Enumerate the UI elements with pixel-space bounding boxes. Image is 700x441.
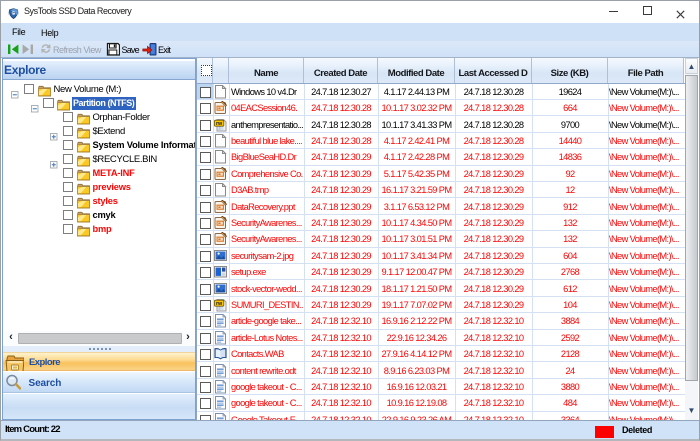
svg-text:rw: rw [215, 121, 222, 127]
svg-text:rw: rw [215, 301, 222, 307]
